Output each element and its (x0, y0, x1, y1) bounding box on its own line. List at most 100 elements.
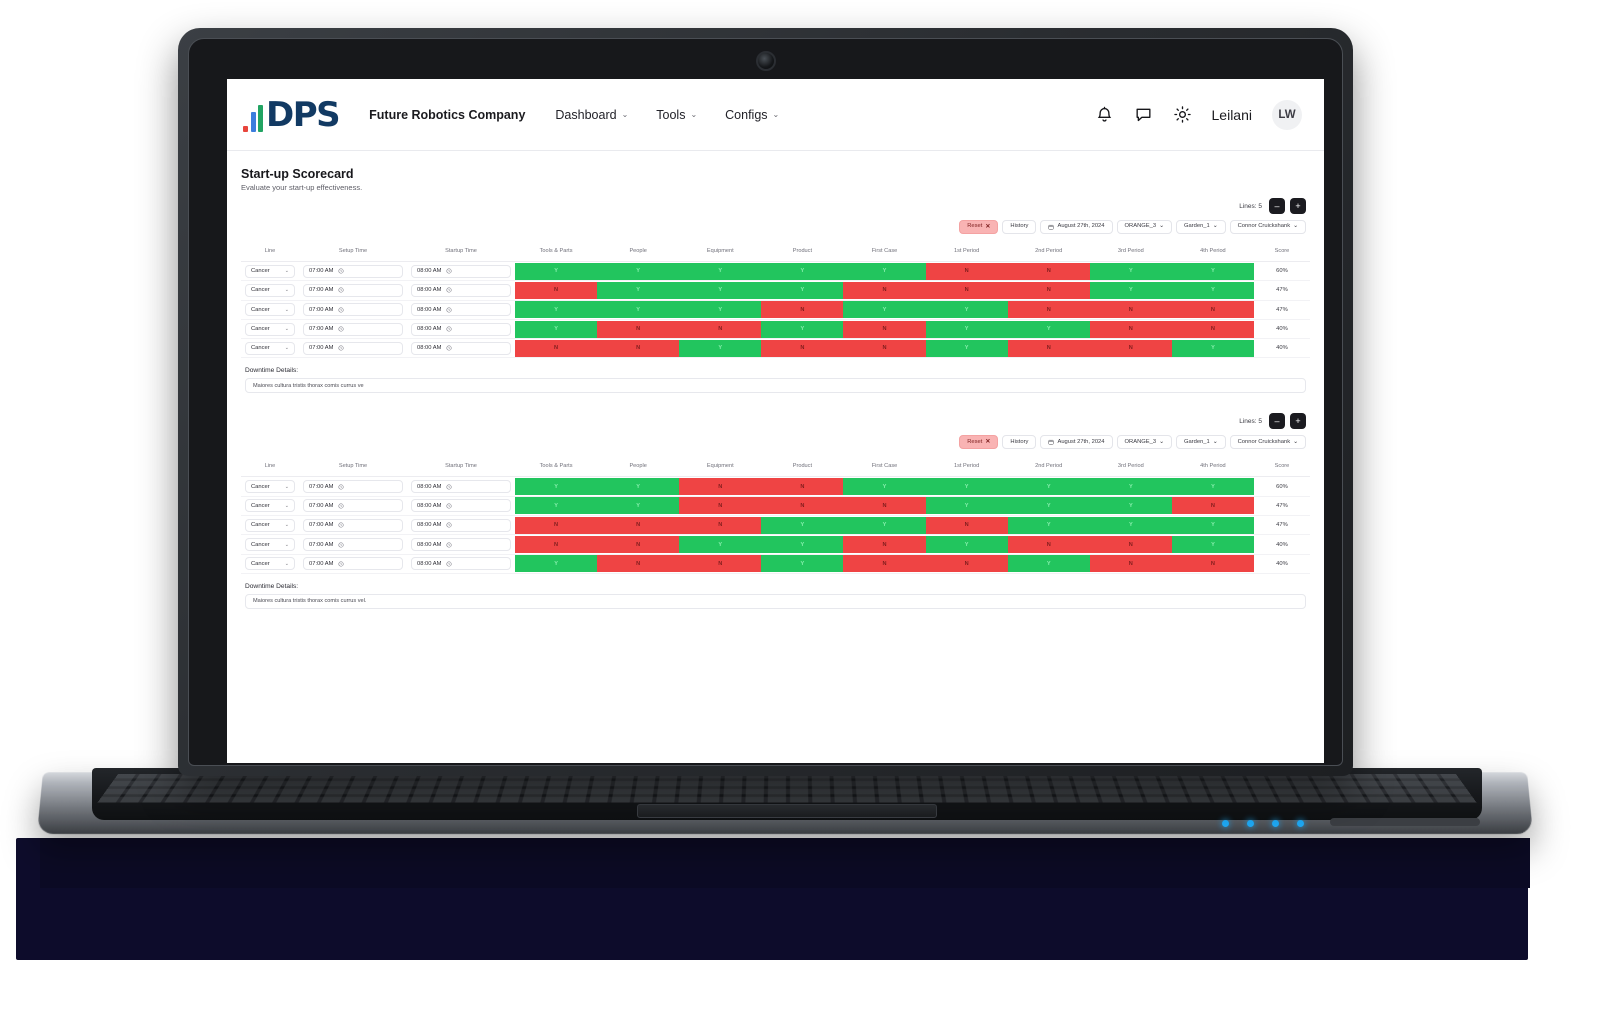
status-cell-no[interactable]: N (1171, 320, 1254, 338)
status-cell-yes[interactable]: Y (1089, 281, 1172, 299)
status-cell-no[interactable]: N (843, 320, 926, 338)
status-cell-no[interactable]: N (1171, 497, 1254, 515)
setup-time-input[interactable]: 07:00 AM (303, 303, 403, 317)
status-cell-no[interactable]: N (679, 478, 762, 496)
filter-chip-garden-1[interactable]: Garden_1 ⌄ (1175, 435, 1226, 450)
startup-time-input[interactable]: 08:00 AM (411, 557, 511, 571)
status-cell-no[interactable]: N (597, 516, 680, 534)
status-cell-yes[interactable]: Y (679, 536, 762, 554)
status-cell-no[interactable]: N (597, 339, 680, 357)
status-cell-yes[interactable]: Y (1171, 478, 1254, 496)
status-cell-yes[interactable]: Y (925, 536, 1008, 554)
status-cell-no[interactable]: N (515, 281, 598, 299)
status-cell-yes[interactable]: Y (1007, 320, 1090, 338)
line-select[interactable]: Cancer ⌄ (245, 538, 295, 552)
filter-chip-orange-3[interactable]: ORANGE_3 ⌄ (1116, 435, 1172, 450)
status-cell-yes[interactable]: Y (925, 478, 1008, 496)
status-cell-no[interactable]: N (925, 281, 1008, 299)
filter-chip-history[interactable]: History (1002, 220, 1037, 234)
startup-time-input[interactable]: 08:00 AM (411, 341, 511, 355)
setup-time-input[interactable]: 07:00 AM (303, 499, 403, 513)
status-cell-yes[interactable]: Y (761, 536, 844, 554)
status-cell-no[interactable]: N (1007, 301, 1090, 319)
nav-item-configs[interactable]: Configs ⌄ (725, 108, 779, 122)
status-cell-yes[interactable]: Y (925, 320, 1008, 338)
status-cell-yes[interactable]: Y (843, 478, 926, 496)
status-cell-no[interactable]: N (515, 536, 598, 554)
filter-chip-connor-cruickshank[interactable]: Connor Cruickshank ⌄ (1229, 435, 1306, 450)
status-cell-no[interactable]: N (1089, 320, 1172, 338)
status-cell-no[interactable]: N (1007, 281, 1090, 299)
status-cell-yes[interactable]: Y (1007, 478, 1090, 496)
status-cell-yes[interactable]: Y (761, 320, 844, 338)
setup-time-input[interactable]: 07:00 AM (303, 538, 403, 552)
decrease-lines-button[interactable]: – (1269, 413, 1285, 430)
status-cell-no[interactable]: N (925, 262, 1008, 280)
status-cell-no[interactable]: N (761, 339, 844, 357)
status-cell-no[interactable]: N (1007, 339, 1090, 357)
status-cell-yes[interactable]: Y (515, 262, 598, 280)
status-cell-no[interactable]: N (1089, 536, 1172, 554)
status-cell-no[interactable]: N (761, 497, 844, 515)
startup-time-input[interactable]: 08:00 AM (411, 499, 511, 513)
status-cell-yes[interactable]: Y (597, 497, 680, 515)
setup-time-input[interactable]: 07:00 AM (303, 264, 403, 278)
status-cell-yes[interactable]: Y (597, 478, 680, 496)
status-cell-no[interactable]: N (1007, 536, 1090, 554)
setup-time-input[interactable]: 07:00 AM (303, 557, 403, 571)
status-cell-yes[interactable]: Y (1089, 478, 1172, 496)
status-cell-no[interactable]: N (843, 497, 926, 515)
dps-logo[interactable]: DPS (243, 95, 341, 135)
close-icon[interactable]: ✕ (985, 224, 990, 230)
downtime-text[interactable]: Maiores cultura tristis thorax comis cur… (245, 378, 1306, 394)
status-cell-no[interactable]: N (515, 339, 598, 357)
status-cell-yes[interactable]: Y (761, 281, 844, 299)
status-cell-no[interactable]: N (925, 555, 1008, 573)
status-cell-no[interactable]: N (843, 281, 926, 299)
status-cell-no[interactable]: N (925, 516, 1008, 534)
status-cell-yes[interactable]: Y (843, 516, 926, 534)
brightness-icon[interactable] (1173, 105, 1192, 124)
bell-icon[interactable] (1095, 105, 1114, 124)
status-cell-yes[interactable]: Y (1089, 262, 1172, 280)
line-select[interactable]: Cancer ⌄ (245, 283, 295, 297)
status-cell-no[interactable]: N (1007, 262, 1090, 280)
status-cell-yes[interactable]: Y (597, 262, 680, 280)
status-cell-yes[interactable]: Y (1171, 339, 1254, 357)
status-cell-yes[interactable]: Y (1089, 497, 1172, 515)
status-cell-yes[interactable]: Y (515, 301, 598, 319)
status-cell-yes[interactable]: Y (761, 555, 844, 573)
status-cell-yes[interactable]: Y (761, 262, 844, 280)
startup-time-input[interactable]: 08:00 AM (411, 480, 511, 494)
status-cell-yes[interactable]: Y (1171, 262, 1254, 280)
startup-time-input[interactable]: 08:00 AM (411, 322, 511, 336)
status-cell-no[interactable]: N (761, 478, 844, 496)
line-select[interactable]: Cancer ⌄ (245, 499, 295, 513)
startup-time-input[interactable]: 08:00 AM (411, 264, 511, 278)
status-cell-no[interactable]: N (1171, 301, 1254, 319)
startup-time-input[interactable]: 08:00 AM (411, 518, 511, 532)
filter-chip-reset[interactable]: Reset ✕ (959, 435, 999, 450)
filter-chip-august-27th-2024[interactable]: August 27th, 2024 (1040, 435, 1113, 450)
status-cell-no[interactable]: N (679, 555, 762, 573)
status-cell-yes[interactable]: Y (1007, 555, 1090, 573)
status-cell-no[interactable]: N (515, 516, 598, 534)
status-cell-no[interactable]: N (1089, 555, 1172, 573)
status-cell-yes[interactable]: Y (1007, 497, 1090, 515)
status-cell-yes[interactable]: Y (1007, 516, 1090, 534)
status-cell-yes[interactable]: Y (515, 320, 598, 338)
status-cell-no[interactable]: N (679, 320, 762, 338)
status-cell-yes[interactable]: Y (1171, 516, 1254, 534)
filter-chip-garden-1[interactable]: Garden_1 ⌄ (1175, 220, 1226, 234)
status-cell-yes[interactable]: Y (679, 339, 762, 357)
status-cell-no[interactable]: N (1089, 339, 1172, 357)
status-cell-no[interactable]: N (1171, 555, 1254, 573)
status-cell-yes[interactable]: Y (679, 262, 762, 280)
status-cell-yes[interactable]: Y (925, 301, 1008, 319)
status-cell-no[interactable]: N (1089, 301, 1172, 319)
close-icon[interactable]: ✕ (985, 439, 990, 445)
increase-lines-button[interactable]: + (1290, 413, 1306, 430)
status-cell-yes[interactable]: Y (515, 497, 598, 515)
status-cell-no[interactable]: N (843, 339, 926, 357)
status-cell-no[interactable]: N (761, 301, 844, 319)
